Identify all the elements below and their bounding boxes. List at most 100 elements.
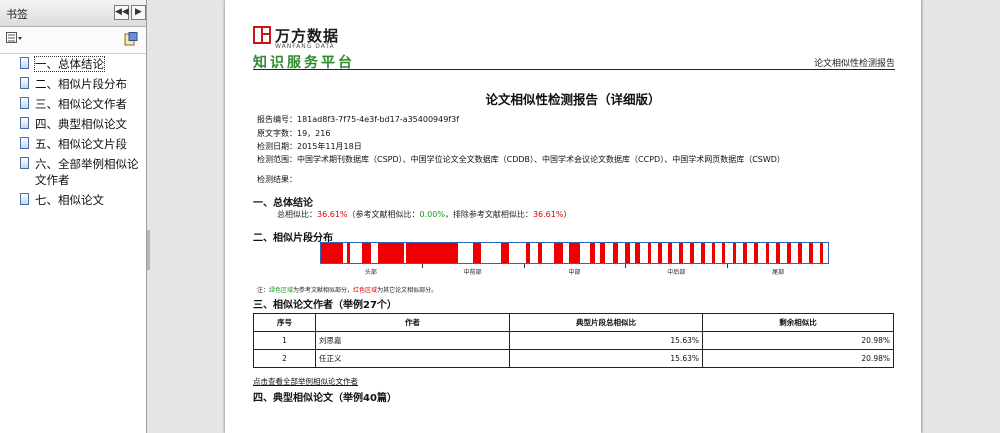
bookmarks-panel: 书签 ◀◀ ▶ 一、总体结论二、相似片段分布 三、相似论文作者 四、典型相似论文五、… <box>0 0 147 433</box>
row-no: 1 <box>253 331 316 350</box>
bookmark-list: 一、总体结论二、相似片段分布 三、相似论文作者 四、典型相似论文五、相似论文片段六、… <box>0 54 146 210</box>
note-green-area: 绿色区域 <box>269 287 294 294</box>
similar-fragment-segment[interactable] <box>658 243 662 263</box>
bookmark-icon <box>20 77 29 89</box>
bookmark-icon <box>20 117 29 129</box>
similar-fragment-segment[interactable] <box>405 243 458 263</box>
row-no: 2 <box>253 349 316 368</box>
section-overall-conclusion: 一、总体结论 <box>253 198 313 209</box>
row-author: 任正义 <box>315 349 510 368</box>
similar-fragment-segment[interactable] <box>776 243 780 263</box>
similar-fragment-segment[interactable] <box>711 243 716 263</box>
similar-fragment-segment[interactable] <box>668 243 672 263</box>
similar-fragment-segment[interactable] <box>377 243 404 263</box>
similar-fragment-segment[interactable] <box>554 243 564 263</box>
options-menu-icon[interactable] <box>6 32 22 47</box>
bookmark-item[interactable]: 二、相似片段分布 <box>0 74 146 94</box>
bookmark-item[interactable]: 四、典型相似论文 <box>0 114 146 134</box>
panel-splitter-handle[interactable] <box>147 230 150 270</box>
summary-close: ） <box>563 210 572 219</box>
hide-panel-button[interactable]: ▶ <box>131 5 146 20</box>
similar-fragment-segment[interactable] <box>754 243 759 263</box>
view-all-authors-link[interactable]: 点击查看全部举例相似论文作者 <box>253 376 358 387</box>
similar-fragment-segment[interactable] <box>743 243 747 263</box>
check-date: 检测日期：2015年11月18日 <box>257 142 362 151</box>
bookmark-label: 六、全部举例相似论文作者 <box>35 157 139 187</box>
col-header-remaining: 剩余相似比 <box>702 313 894 332</box>
similar-fragment-segment[interactable] <box>362 243 371 263</box>
bookmark-item[interactable]: 六、全部举例相似论文作者 <box>0 154 146 190</box>
bookmark-item[interactable]: 三、相似论文作者 <box>0 94 146 114</box>
axis-label: 中后部 <box>667 269 686 276</box>
excl-similarity-value: 36.61% <box>532 210 564 219</box>
note-prefix: 注： <box>257 287 270 294</box>
similar-fragment-segment[interactable] <box>500 243 509 263</box>
similar-fragment-segment[interactable] <box>599 243 605 263</box>
note-end: 为其它论文相似部分。 <box>377 287 438 294</box>
bookmark-icon <box>20 137 29 149</box>
table-row: 1 刘思嘉 15.63% 20.98% <box>253 331 894 350</box>
row-remaining-similarity: 20.98% <box>702 331 894 350</box>
row-typical-similarity: 15.63% <box>509 331 703 350</box>
excl-similarity-label: ，排除参考文献相似比： <box>444 210 533 219</box>
similar-fragment-segment[interactable] <box>612 243 618 263</box>
bookmark-item[interactable]: 五、相似论文片段 <box>0 134 146 154</box>
similar-fragment-segment[interactable] <box>679 243 683 263</box>
bookmark-label: 四、典型相似论文 <box>35 117 127 131</box>
similar-fragment-segment[interactable] <box>635 243 641 263</box>
total-similarity-label: 总相似比： <box>277 210 317 219</box>
bookmark-icon <box>20 157 29 169</box>
bookmark-icon <box>20 97 29 109</box>
row-remaining-similarity: 20.98% <box>702 349 894 368</box>
note-middle: 为参考文献相似部分， <box>293 287 354 294</box>
bookmarks-panel-title: 书签 <box>6 8 28 21</box>
similar-fragment-segment[interactable] <box>732 243 736 263</box>
similar-fragment-segment[interactable] <box>589 243 595 263</box>
similar-fragment-segment[interactable] <box>798 243 802 263</box>
axis-tick <box>625 264 627 268</box>
similarity-distribution-bar <box>320 242 829 264</box>
table-row: 2 任正义 15.63% 20.98% <box>253 349 894 368</box>
bookmark-label: 二、相似片段分布 <box>35 77 127 91</box>
axis-tick <box>523 264 525 268</box>
similar-fragment-segment[interactable] <box>647 243 652 263</box>
similar-fragment-segment[interactable] <box>473 243 481 263</box>
similar-fragment-segment[interactable] <box>346 243 351 263</box>
section-similar-authors: 三、相似论文作者（举例27个） <box>253 300 397 311</box>
row-author: 刘思嘉 <box>315 331 510 350</box>
row-typical-similarity: 15.63% <box>509 349 703 368</box>
page-header-title: 论文相似性检测报告 <box>813 59 895 69</box>
axis-label: 中部 <box>568 269 581 276</box>
similar-fragment-segment[interactable] <box>690 243 694 263</box>
similar-fragment-segment[interactable] <box>321 243 344 263</box>
similar-fragment-segment[interactable] <box>537 243 542 263</box>
similar-fragment-segment[interactable] <box>765 243 770 263</box>
axis-label: 头部 <box>364 269 377 276</box>
total-similarity-value: 36.61% <box>317 210 348 219</box>
similar-authors-table: 序号 作者 典型片段总相似比 剩余相似比 1 刘思嘉 15.63% 20.98%… <box>253 313 894 368</box>
document-page: 万方数据 WANFANG DATA 知识服务平台 论文相似性检测报告 论文相似性… <box>225 0 921 433</box>
bookmark-label: 三、相似论文作者 <box>35 97 127 111</box>
bookmark-item[interactable]: 一、总体结论 <box>0 54 146 74</box>
distribution-legend-note: 注：绿色区域为参考文献相似部分，红色区域为其它论文相似部分。 <box>257 285 437 294</box>
axis-tick <box>421 264 423 268</box>
report-title: 论文相似性检测报告（详细版） <box>485 92 661 107</box>
similar-fragment-segment[interactable] <box>721 243 726 263</box>
ref-similarity-label: （参考文献相似比： <box>347 210 420 219</box>
bookmark-label: 一、总体结论 <box>34 56 105 72</box>
bookmark-item[interactable]: 七、相似论文 <box>0 190 146 210</box>
report-number: 报告编号：181ad8f3-7f75-4e3f-bd17-a35400949f3… <box>257 115 460 124</box>
expand-bookmark-icon[interactable] <box>124 32 138 49</box>
similar-fragment-segment[interactable] <box>526 243 530 263</box>
similar-fragment-segment[interactable] <box>701 243 705 263</box>
similar-fragment-segment[interactable] <box>819 243 824 263</box>
similar-fragment-segment[interactable] <box>569 243 580 263</box>
similar-fragment-segment[interactable] <box>787 243 791 263</box>
bookmarks-toolbar <box>0 27 146 54</box>
similar-fragment-segment[interactable] <box>809 243 813 263</box>
similar-fragment-segment[interactable] <box>625 243 631 263</box>
collapse-panel-button[interactable]: ◀◀ <box>114 5 129 20</box>
bookmarks-panel-header: 书签 ◀◀ ▶ <box>0 0 146 27</box>
char-count: 原文字数：19，216 <box>257 129 331 138</box>
bookmark-icon <box>20 193 29 205</box>
